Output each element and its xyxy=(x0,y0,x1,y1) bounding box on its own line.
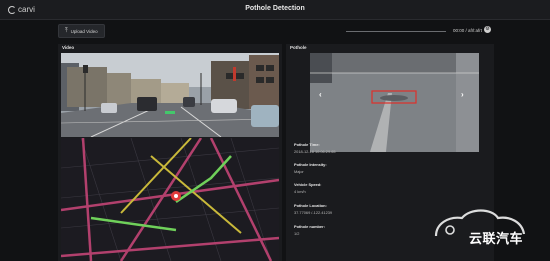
settings-gear-icon[interactable]: ⚙ xyxy=(484,26,491,33)
pothole-image xyxy=(310,53,479,152)
previous-pothole-arrow[interactable]: ‹ xyxy=(319,90,322,99)
navigation-map[interactable] xyxy=(61,138,279,261)
next-pothole-arrow[interactable]: › xyxy=(461,90,464,99)
page-title: Pothole Detection xyxy=(245,5,305,12)
map-graphic xyxy=(61,138,279,261)
top-bar: carvi Pothole Detection xyxy=(0,0,550,20)
watermark-text: 云联汽车 xyxy=(469,232,524,247)
video-panel: Video xyxy=(58,44,282,261)
dashcam-frame xyxy=(61,53,279,137)
video-panel-label: Video xyxy=(62,45,75,50)
pothole-time-field: Pothole Time: 2018-12-18 10:06:29.65 xyxy=(294,142,474,154)
pothole-time-label: Pothole Time: xyxy=(294,142,320,147)
upload-icon: ⤒ xyxy=(65,28,68,34)
upload-video-label: Upload Video xyxy=(70,28,98,34)
pothole-time-value: 2018-12-18 10:06:29.65 xyxy=(294,149,336,154)
toolbar: ⤒ Upload Video 00:00 / afrl:afrt ⚙ xyxy=(58,24,494,39)
pothole-intensity-field: Pothole Intensity: Major xyxy=(294,162,474,174)
watermark: 云联汽车 xyxy=(432,206,550,251)
playback-progress-bar[interactable] xyxy=(346,31,446,32)
dashcam-video[interactable] xyxy=(61,53,279,137)
pothole-panel-label: Pothole xyxy=(290,45,307,50)
upload-video-button[interactable]: ⤒ Upload Video xyxy=(58,24,105,38)
vehicle-speed-field: Vehicle Speed: 4 km/h xyxy=(294,182,474,194)
vehicle-speed-label: Vehicle Speed: xyxy=(294,182,322,187)
time-display: 00:00 / afrl:afrt xyxy=(453,28,483,33)
vehicle-speed-value: 4 km/h xyxy=(294,189,306,194)
pothole-intensity-label: Pothole Intensity: xyxy=(294,162,327,167)
pothole-frame xyxy=(310,53,479,152)
pothole-intensity-value: Major xyxy=(294,169,304,174)
